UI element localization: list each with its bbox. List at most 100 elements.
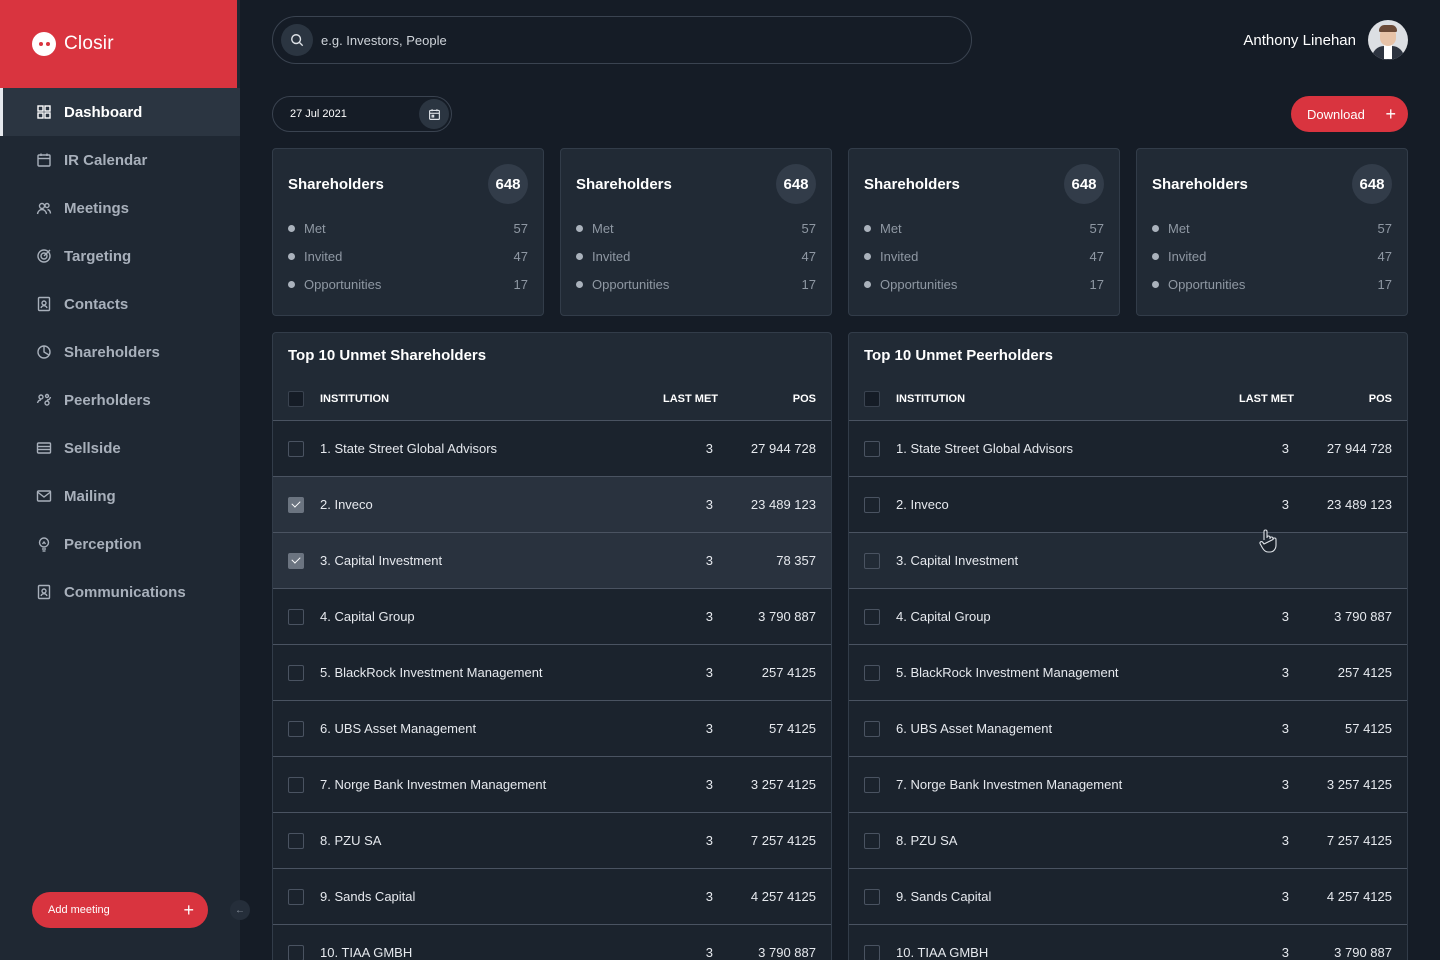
add-meeting-button[interactable]: Add meeting +	[32, 892, 208, 928]
calendar-icon[interactable]	[419, 99, 449, 129]
select-all-checkbox[interactable]	[288, 390, 304, 407]
table-row[interactable]: 5. BlackRock Investment Management 3 257 4…	[273, 645, 831, 701]
last-met-value: 3	[705, 945, 713, 960]
table-row[interactable]: 9. Sands Capital 3 4 257 4125	[273, 869, 831, 925]
row-checkbox[interactable]	[864, 440, 880, 457]
download-button[interactable]: Download +	[1291, 96, 1408, 132]
sidebar-item-ir-calendar[interactable]: IR Calendar	[0, 136, 240, 184]
collapse-sidebar-icon[interactable]: ←	[230, 900, 250, 920]
row-checkbox[interactable]	[864, 608, 880, 625]
column-header-institution[interactable]: INSTITUTION	[896, 393, 1214, 405]
row-checkbox[interactable]	[864, 888, 880, 905]
shareholders-card[interactable]: Shareholders 648 Met 57 Invited 47 Opportuniti…	[560, 148, 832, 316]
table-row[interactable]: 10. TIAA GMBH 3 3 790 887	[849, 925, 1407, 960]
sidebar-item-shareholders[interactable]: Shareholders	[0, 328, 240, 376]
table-row[interactable]: 2. Inveco 3 23 489 123	[273, 477, 831, 533]
card-stat-row: Opportunities 17	[576, 270, 816, 298]
card-stat-row: Met 57	[864, 214, 1104, 242]
contact-card-icon	[36, 296, 52, 312]
last-met-value: 3	[1281, 441, 1289, 456]
sidebar-item-contacts[interactable]: Contacts	[0, 280, 240, 328]
table-row[interactable]: 7. Norge Bank Investmen Management 3 3 257…	[273, 757, 831, 813]
table-row[interactable]: 7. Norge Bank Investmen Management 3 3 257…	[849, 757, 1407, 813]
row-checkbox[interactable]	[288, 944, 304, 960]
position-value: 4 257 4125	[1326, 889, 1392, 904]
row-checkbox[interactable]	[288, 608, 304, 625]
search-bar	[272, 16, 972, 64]
table-row[interactable]: 3. Capital Investment	[849, 533, 1407, 589]
table-header: INSTITUTION LAST MET POS	[849, 377, 1407, 421]
row-checkbox[interactable]	[288, 496, 304, 513]
position-value: 23 489 123	[1326, 497, 1392, 512]
sidebar-item-meetings[interactable]: Meetings	[0, 184, 240, 232]
row-checkbox[interactable]	[864, 664, 880, 681]
card-stat-value: 17	[1377, 276, 1392, 292]
row-checkbox[interactable]	[864, 944, 880, 960]
position-value: 7 257 4125	[1326, 833, 1392, 848]
table-row[interactable]: 6. UBS Asset Management 3 57 4125	[273, 701, 831, 757]
sidebar-item-mailing[interactable]: Mailing	[0, 472, 240, 520]
sidebar-item-communications[interactable]: Communications	[0, 568, 240, 616]
row-checkbox[interactable]	[288, 720, 304, 737]
brand[interactable]: Closir	[0, 0, 237, 88]
table-row[interactable]: 5. BlackRock Investment Management 3 257 4…	[849, 645, 1407, 701]
sidebar-item-dashboard[interactable]: Dashboard	[0, 88, 240, 136]
sidebar-item-label: Mailing	[64, 487, 116, 505]
avatar[interactable]	[1368, 20, 1408, 60]
calendar-icon	[36, 152, 52, 168]
row-checkbox[interactable]	[864, 832, 880, 849]
column-header-pos[interactable]: POS	[1294, 393, 1392, 405]
select-all-checkbox[interactable]	[864, 390, 880, 407]
position-value: 7 257 4125	[750, 833, 816, 848]
table-row[interactable]: 6. UBS Asset Management 3 57 4125	[849, 701, 1407, 757]
table-row[interactable]: 3. Capital Investment 3 78 357	[273, 533, 831, 589]
table-row[interactable]: 9. Sands Capital 3 4 257 4125	[849, 869, 1407, 925]
sidebar-item-perception[interactable]: Perception	[0, 520, 240, 568]
shareholders-card[interactable]: Shareholders 648 Met 57 Invited 47 Opportuniti…	[1136, 148, 1408, 316]
row-checkbox[interactable]	[864, 552, 880, 569]
sidebar-item-label: Dashboard	[64, 103, 143, 121]
card-stat-value: 47	[1377, 248, 1392, 264]
table-row[interactable]: 2. Inveco 3 23 489 123	[849, 477, 1407, 533]
column-header-pos[interactable]: POS	[718, 393, 816, 405]
unmet-shareholders-table: Top 10 Unmet Shareholders INSTITUTION LAST…	[272, 332, 832, 960]
card-stat-label: Met	[1168, 220, 1190, 236]
column-header-institution[interactable]: INSTITUTION	[320, 393, 638, 405]
last-met-value: 3	[705, 553, 713, 568]
table-row[interactable]: 4. Capital Group 3 3 790 887	[849, 589, 1407, 645]
position-value: 78 357	[776, 553, 816, 568]
card-stat-row: Opportunities 17	[864, 270, 1104, 298]
institution-name: 2. Inveco	[320, 497, 373, 512]
row-checkbox[interactable]	[864, 496, 880, 513]
shareholders-card[interactable]: Shareholders 648 Met 57 Invited 47 Opportuniti…	[848, 148, 1120, 316]
date-picker[interactable]: 27 Jul 2021	[272, 96, 452, 132]
table-row[interactable]: 10. TIAA GMBH 3 3 790 887	[273, 925, 831, 960]
sidebar-item-peerholders[interactable]: Peerholders	[0, 376, 240, 424]
row-checkbox[interactable]	[288, 888, 304, 905]
institution-name: 6. UBS Asset Management	[896, 721, 1053, 736]
list-icon	[36, 440, 52, 456]
sidebar-item-sellside[interactable]: Sellside	[0, 424, 240, 472]
user-menu[interactable]: Anthony Linehan	[1243, 20, 1408, 60]
column-header-last-met[interactable]: LAST MET	[638, 393, 718, 405]
shareholders-card[interactable]: Shareholders 648 Met 57 Invited 47 Opportuniti…	[272, 148, 544, 316]
row-checkbox[interactable]	[864, 720, 880, 737]
table-row[interactable]: 1. State Street Global Advisors 3 27 944 7…	[273, 421, 831, 477]
row-checkbox[interactable]	[288, 832, 304, 849]
table-row[interactable]: 8. PZU SA 3 7 257 4125	[273, 813, 831, 869]
search-input[interactable]	[321, 32, 921, 48]
column-header-last-met[interactable]: LAST MET	[1214, 393, 1294, 405]
row-checkbox[interactable]	[288, 440, 304, 457]
card-stat-value: 57	[801, 220, 816, 236]
sidebar-item-targeting[interactable]: Targeting	[0, 232, 240, 280]
row-checkbox[interactable]	[288, 552, 304, 569]
row-checkbox[interactable]	[864, 776, 880, 793]
last-met-value: 3	[705, 833, 713, 848]
table-row[interactable]: 4. Capital Group 3 3 790 887	[273, 589, 831, 645]
table-row[interactable]: 1. State Street Global Advisors 3 27 944 7…	[849, 421, 1407, 477]
search-icon[interactable]	[281, 24, 313, 56]
row-checkbox[interactable]	[288, 664, 304, 681]
bullet-icon	[864, 252, 871, 260]
table-row[interactable]: 8. PZU SA 3 7 257 4125	[849, 813, 1407, 869]
row-checkbox[interactable]	[288, 776, 304, 793]
